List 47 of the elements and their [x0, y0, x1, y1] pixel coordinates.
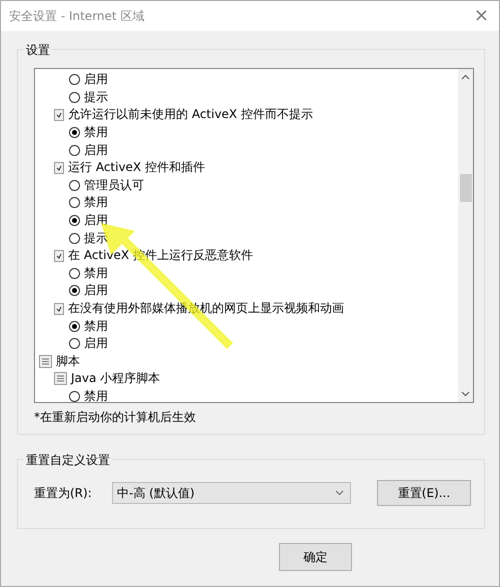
setting-label: 允许运行以前未使用的 ActiveX 控件而不提示	[68, 106, 313, 124]
radio-button[interactable]	[69, 320, 80, 332]
radio-button[interactable]	[69, 180, 80, 191]
option-label: 管理员认可	[84, 176, 144, 194]
reset-label: 重置为(R):	[34, 484, 93, 502]
option-label: 提示	[84, 88, 108, 106]
radio-button[interactable]	[69, 338, 80, 350]
radio-button[interactable]	[69, 74, 80, 86]
radio-button[interactable]	[69, 127, 80, 138]
radio-button[interactable]	[69, 215, 80, 226]
setting-icon	[54, 250, 64, 262]
radio-button[interactable]	[69, 390, 80, 402]
setting-label: 在没有使用外部媒体播放机的网页上显示视频和动画	[68, 300, 344, 318]
radio-button[interactable]	[69, 92, 80, 103]
radio-button[interactable]	[69, 144, 80, 156]
scrollbar-thumb[interactable]	[460, 174, 472, 202]
option-label: 启用	[84, 212, 108, 230]
level-dropdown[interactable]: 中-高 (默认值)	[112, 482, 351, 504]
script-icon	[54, 372, 67, 386]
chevron-down-icon	[335, 490, 344, 496]
option-label: 禁用	[84, 264, 108, 282]
option-label: 启用	[84, 335, 108, 352]
group-title: 重置自定义设置	[24, 452, 112, 469]
setting-label: 在 ActiveX 控件上运行反恶意软件	[68, 247, 253, 264]
radio-button[interactable]	[69, 232, 80, 244]
option-label: 禁用	[84, 318, 108, 335]
close-button[interactable]: ×	[474, 7, 489, 25]
radio-button[interactable]	[69, 285, 80, 296]
setting-label: 运行 ActiveX 控件和插件	[68, 159, 205, 176]
ok-button[interactable]: 确定	[279, 543, 352, 571]
option-label: 启用	[84, 282, 108, 300]
option-label: 禁用	[84, 194, 108, 212]
radio-button[interactable]	[69, 268, 80, 279]
option-label: 禁用	[84, 124, 108, 142]
option-label: 启用	[84, 142, 108, 159]
reset-button[interactable]: 重置(E)...	[377, 480, 471, 506]
setting-icon	[54, 108, 64, 121]
setting-icon	[54, 162, 64, 174]
restart-note: *在重新启动你的计算机后生效	[34, 409, 197, 426]
category-label[interactable]: 脚本	[56, 352, 80, 370]
setting-icon	[54, 302, 64, 315]
option-label: 启用	[84, 71, 108, 88]
category-label[interactable]: Java 小程序脚本	[71, 370, 160, 388]
radio-button[interactable]	[69, 197, 80, 208]
option-label: 禁用	[84, 388, 108, 402]
script-icon	[39, 354, 52, 368]
window-title: 安全设置 - Internet 区域	[9, 8, 144, 24]
